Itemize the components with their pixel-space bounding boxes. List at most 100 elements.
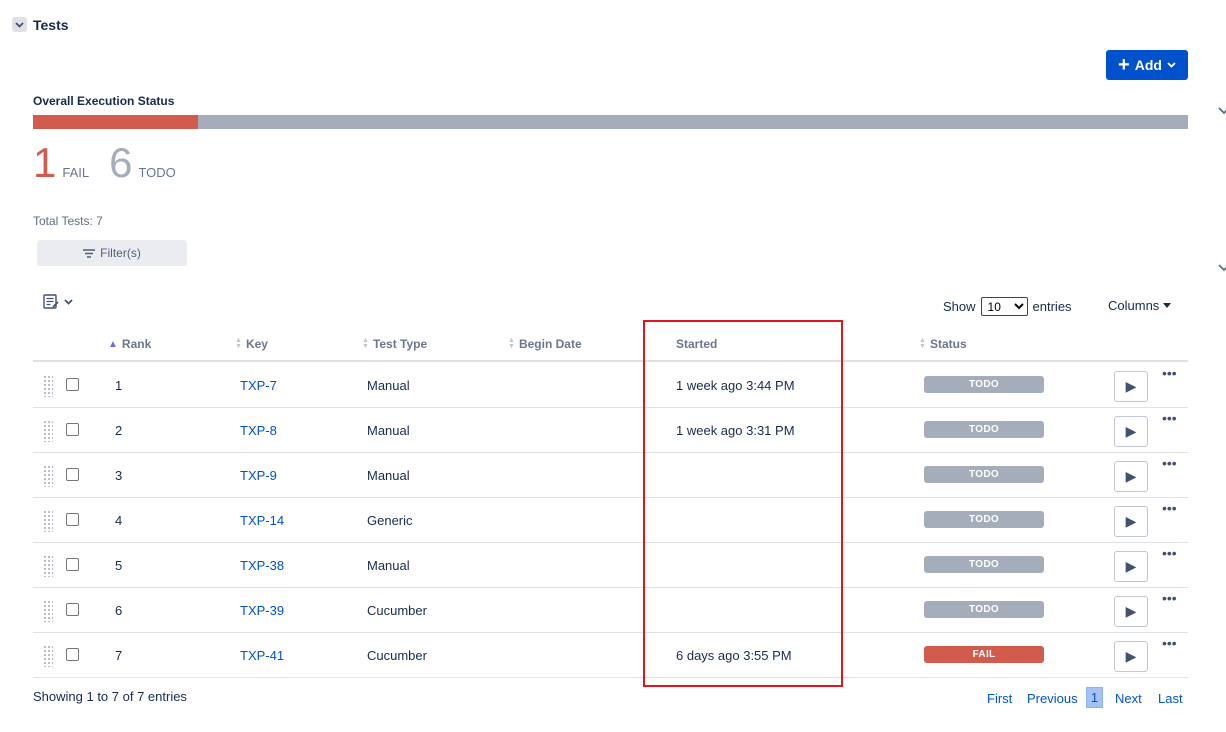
page-length-select[interactable]: 10 [980,297,1028,316]
caret-down-icon [1163,303,1172,308]
side-panel-chevron-icon[interactable] [1218,104,1226,116]
fail-count: 1 [33,139,57,186]
sort-icon: ▲ ▼ [362,337,369,350]
play-icon: ▶ [1125,648,1137,664]
columns-button[interactable]: Columns [1108,298,1172,313]
show-label: Show [943,299,976,314]
column-visibility-toggle[interactable] [43,294,73,310]
drag-handle-icon[interactable] [43,465,53,487]
run-test-button[interactable]: ▶ [1114,416,1148,447]
entries-label: entries [1032,299,1072,314]
rank-cell: 2 [115,423,123,438]
column-header-label: Begin Date [518,337,582,351]
row-checkbox[interactable] [66,648,79,661]
plus-icon: + [1118,54,1130,76]
column-header-started[interactable]: Started [676,337,717,351]
test-type-cell: Cucumber [367,648,427,663]
table-row: 6 TXP-39 Cucumber TODO ▶ ••• [33,588,1188,633]
row-checkbox[interactable] [66,558,79,571]
total-tests: Total Tests: 7 [33,214,103,228]
column-header-status[interactable]: ▲ ▼ Status [919,337,967,351]
test-key-link[interactable]: TXP-8 [240,423,277,438]
pagination-current-page[interactable]: 1 [1086,687,1103,708]
overall-execution-status-label: Overall Execution Status [33,94,175,108]
test-type-cell: Manual [367,468,410,483]
more-actions-icon[interactable]: ••• [1162,500,1177,516]
more-actions-icon[interactable]: ••• [1162,545,1177,561]
pagination-last[interactable]: Last [1158,691,1183,706]
play-icon: ▶ [1125,378,1137,394]
row-checkbox[interactable] [66,513,79,526]
test-key-link[interactable]: TXP-41 [240,648,284,663]
column-header-rank[interactable]: ▲ Rank [108,337,151,351]
test-key-link[interactable]: TXP-7 [240,378,277,393]
run-test-button[interactable]: ▶ [1114,551,1148,582]
chevron-down-icon [15,21,24,28]
play-icon: ▶ [1125,558,1137,574]
add-button[interactable]: + Add [1106,50,1188,80]
run-test-button[interactable]: ▶ [1114,371,1148,402]
column-header-label: Started [676,337,718,351]
drag-handle-icon[interactable] [43,375,53,397]
table-row: 2 TXP-8 Manual 1 week ago 3:31 PM TODO ▶… [33,408,1188,453]
started-cell: 6 days ago 3:55 PM [676,648,792,663]
table-row: 3 TXP-9 Manual TODO ▶ ••• [33,453,1188,498]
column-header-label: Key [245,337,268,351]
test-key-link[interactable]: TXP-14 [240,513,284,528]
collapse-section-button[interactable] [12,17,27,32]
run-test-button[interactable]: ▶ [1114,461,1148,492]
status-badge: TODO [924,556,1044,573]
test-key-link[interactable]: TXP-38 [240,558,284,573]
section-title: Tests [33,17,69,33]
test-type-cell: Generic [367,513,413,528]
more-actions-icon[interactable]: ••• [1162,410,1177,426]
drag-handle-icon[interactable] [43,600,53,622]
page-length-control: Show 10 entries [943,297,1072,316]
run-test-button[interactable]: ▶ [1114,596,1148,627]
side-panel-chevron-icon[interactable] [1218,261,1226,273]
row-checkbox[interactable] [66,423,79,436]
play-icon: ▶ [1125,423,1137,439]
status-badge: TODO [924,511,1044,528]
rank-cell: 3 [115,468,123,483]
table-row: 7 TXP-41 Cucumber 6 days ago 3:55 PM FAI… [33,633,1188,678]
pagination-previous[interactable]: Previous [1027,691,1078,706]
table-info: Showing 1 to 7 of 7 entries [33,689,187,704]
more-actions-icon[interactable]: ••• [1162,635,1177,651]
row-checkbox[interactable] [66,378,79,391]
add-button-label: Add [1134,57,1162,73]
drag-handle-icon[interactable] [43,555,53,577]
column-header-begin-date[interactable]: ▲ ▼ Begin Date [508,337,582,351]
rank-cell: 4 [115,513,123,528]
status-badge: TODO [924,466,1044,483]
run-test-button[interactable]: ▶ [1114,641,1148,672]
chevron-down-icon [64,299,73,305]
test-key-link[interactable]: TXP-39 [240,603,284,618]
sort-icon: ▲ ▼ [235,337,242,350]
filter-button[interactable]: Filter(s) [37,240,187,266]
pagination-next[interactable]: Next [1115,691,1142,706]
row-checkbox[interactable] [66,468,79,481]
drag-handle-icon[interactable] [43,645,53,667]
run-test-button[interactable]: ▶ [1114,506,1148,537]
row-checkbox[interactable] [66,603,79,616]
drag-handle-icon[interactable] [43,510,53,532]
table-row: 5 TXP-38 Manual TODO ▶ ••• [33,543,1188,588]
test-type-cell: Manual [367,423,410,438]
status-badge: FAIL [924,646,1044,663]
drag-handle-icon[interactable] [43,420,53,442]
list-edit-icon [43,294,59,309]
sort-icon: ▲ ▼ [919,337,926,350]
more-actions-icon[interactable]: ••• [1162,590,1177,606]
column-header-key[interactable]: ▲ ▼ Key [235,337,268,351]
column-header-test-type[interactable]: ▲ ▼ Test Type [362,337,427,351]
fail-count-label: FAIL [62,165,90,180]
more-actions-icon[interactable]: ••• [1162,365,1177,381]
started-cell: 1 week ago 3:31 PM [676,423,795,438]
test-type-cell: Manual [367,378,410,393]
status-bar-fail-segment [33,115,198,129]
rank-cell: 5 [115,558,123,573]
test-key-link[interactable]: TXP-9 [240,468,277,483]
more-actions-icon[interactable]: ••• [1162,455,1177,471]
pagination-first[interactable]: First [987,691,1012,706]
